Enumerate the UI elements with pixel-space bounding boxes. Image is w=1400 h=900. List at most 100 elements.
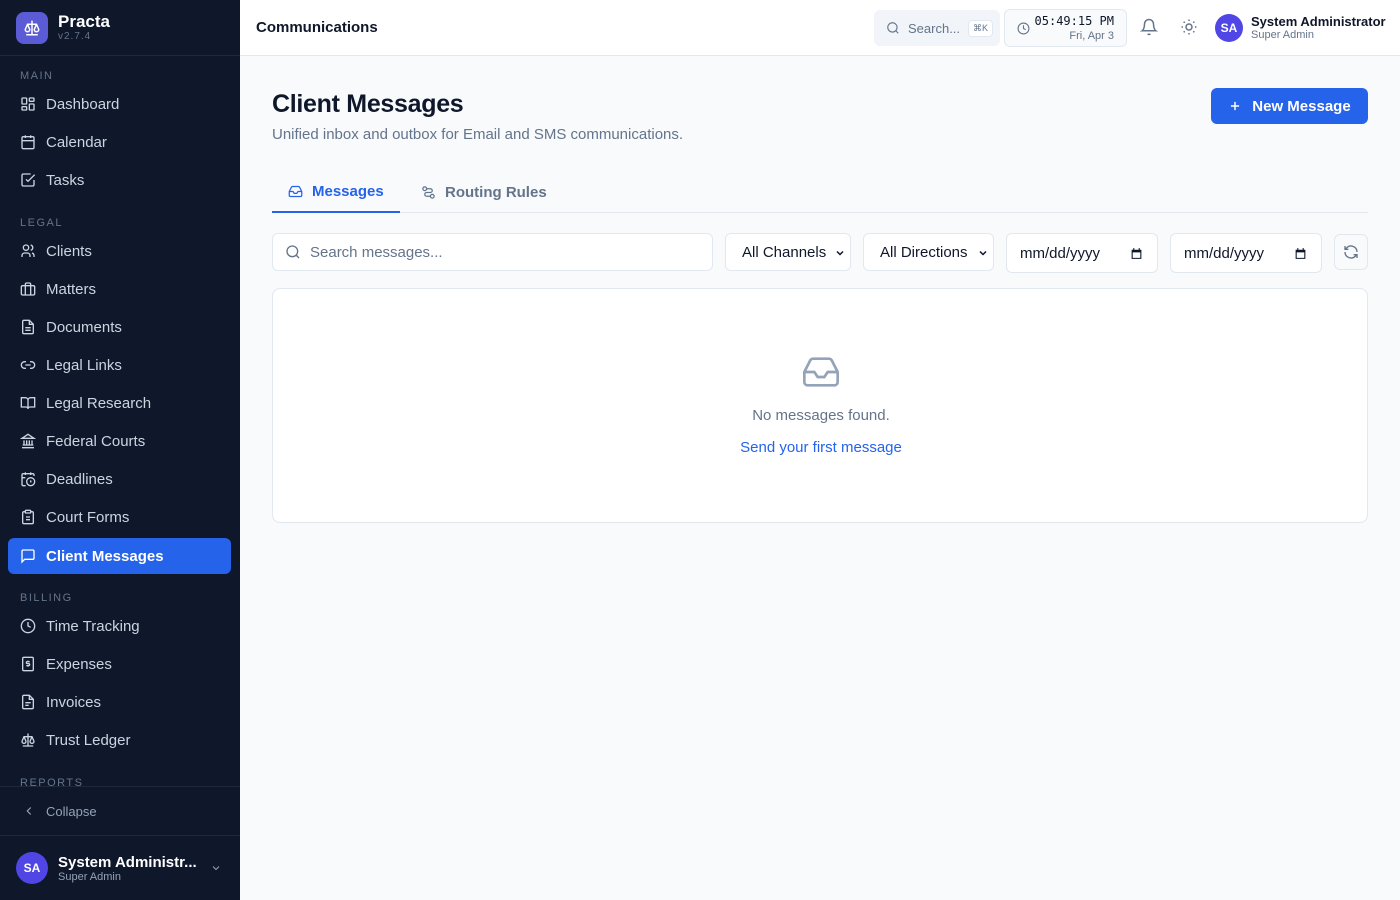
sidebar-item-time-tracking[interactable]: Time Tracking [8,608,231,644]
shortcut-badge: ⌘K [968,19,994,37]
section-label-legal: LEGAL [20,217,63,229]
channel-select-value: All Channels [742,243,827,261]
inbox-icon [288,184,303,199]
calendar-clock-icon [20,471,36,487]
sidebar-item-dashboard[interactable]: Dashboard [8,86,231,122]
dashboard-icon [20,96,36,112]
sidebar: Practa v2.7.4 MAIN Dashboard Calendar Ta… [0,0,240,900]
topbar: Communications Search... ⌘K 05:49:15 PM … [240,0,1400,56]
sidebar-item-documents[interactable]: Documents [8,309,231,345]
refresh-icon [1343,244,1359,260]
sun-icon[interactable] [1180,18,1198,36]
calendar-icon [1130,247,1143,260]
sidebar-item-label: Federal Courts [46,432,146,450]
sidebar-item-trust-ledger[interactable]: Trust Ledger [8,722,231,758]
clock-icon [1017,22,1030,35]
date-from-value: mm/dd/yyyy [1020,244,1101,262]
clock-widget: 05:49:15 PM Fri, Apr 3 [1004,9,1127,47]
sidebar-item-deadlines[interactable]: Deadlines [8,461,231,497]
sidebar-item-label: Documents [46,318,122,336]
tab-routing-rules[interactable]: Routing Rules [421,172,547,213]
sidebar-item-clients[interactable]: Clients [8,233,231,269]
tab-label: Routing Rules [445,184,547,201]
clock-icon [20,618,36,634]
sidebar-item-calendar[interactable]: Calendar [8,124,231,160]
refresh-button[interactable] [1334,234,1368,270]
tasks-icon [20,172,36,188]
sidebar-item-client-messages[interactable]: Client Messages [8,538,231,574]
sidebar-user-menu[interactable]: SA System Administr... Super Admin [0,836,240,900]
sidebar-item-label: Dashboard [46,95,120,113]
new-message-label: New Message [1252,97,1351,115]
briefcase-icon [20,281,36,297]
calendar-icon [1294,247,1307,260]
brand-name: Practa [58,11,110,31]
user-role: Super Admin [58,870,121,883]
empty-state-text: No messages found. [752,407,890,424]
tab-label: Messages [312,183,384,200]
user-name: System Administrator [1251,14,1386,29]
section-label-billing: BILLING [20,592,73,604]
brand-version: v2.7.4 [58,30,92,42]
direction-select[interactable]: All Directions [863,233,994,271]
invoice-icon [20,694,36,710]
sidebar-item-legal-research[interactable]: Legal Research [8,385,231,421]
sidebar-item-label: Expenses [46,655,112,673]
brand[interactable]: Practa v2.7.4 [0,0,240,56]
send-first-message-link[interactable]: Send your first message [273,439,1369,456]
sidebar-item-label: Clients [46,242,92,260]
book-icon [20,395,36,411]
message-search-box[interactable] [272,233,713,271]
tabs: Messages Routing Rules [272,172,1368,213]
filter-bar: All Channels All Directions mm/dd/yyyy m… [272,233,1368,273]
route-icon [421,185,436,200]
date-from-field[interactable]: mm/dd/yyyy [1006,233,1158,273]
clipboard-icon [20,509,36,525]
inbox-icon [801,355,841,389]
chevron-down-icon [977,247,989,259]
user-name: System Administr... [58,853,197,871]
avatar: SA [16,852,48,884]
sidebar-item-label: Legal Links [46,356,122,374]
message-search-input[interactable] [310,243,690,261]
channel-select[interactable]: All Channels [725,233,851,271]
new-message-button[interactable]: New Message [1211,88,1368,124]
chevron-down-icon [210,862,222,874]
sidebar-item-label: Trust Ledger [46,731,131,749]
sidebar-item-label: Client Messages [46,547,164,565]
scale-icon [20,732,36,748]
sidebar-item-label: Tasks [46,171,85,189]
sidebar-item-label: Calendar [46,133,107,151]
sidebar-item-legal-links[interactable]: Legal Links [8,347,231,383]
clock-time: 05:49:15 PM [1034,14,1114,28]
header-user-menu[interactable]: SA System Administrator Super Admin [1215,14,1386,42]
sidebar-item-invoices[interactable]: Invoices [8,684,231,720]
global-search-button[interactable]: Search... ⌘K [874,10,1000,46]
page-section-title: Communications [256,19,378,36]
sidebar-item-label: Legal Research [46,394,152,412]
plus-icon [1228,99,1242,113]
sidebar-item-expenses[interactable]: Expenses [8,646,231,682]
message-icon [20,548,36,564]
avatar: SA [1215,14,1243,42]
search-label: Search... [908,20,961,36]
sidebar-item-label: Time Tracking [46,617,140,635]
tab-messages[interactable]: Messages [272,172,400,213]
sidebar-item-label: Deadlines [46,470,113,488]
sidebar-item-matters[interactable]: Matters [8,271,231,307]
sidebar-item-tasks[interactable]: Tasks [8,162,231,198]
section-label-main: MAIN [20,70,54,82]
sidebar-item-court-forms[interactable]: Court Forms [8,499,231,535]
collapse-label: Collapse [46,803,97,819]
calendar-icon [20,134,36,150]
sidebar-item-federal-courts[interactable]: Federal Courts [8,423,231,459]
collapse-button[interactable]: Collapse [0,786,240,836]
user-role: Super Admin [1251,29,1314,41]
section-label-reports: REPORTS [20,777,84,786]
receipt-icon [20,656,36,672]
users-icon [20,243,36,259]
scale-logo-icon [16,11,48,44]
bell-icon[interactable] [1140,18,1158,36]
date-to-field[interactable]: mm/dd/yyyy [1170,233,1322,273]
search-icon [285,244,301,260]
